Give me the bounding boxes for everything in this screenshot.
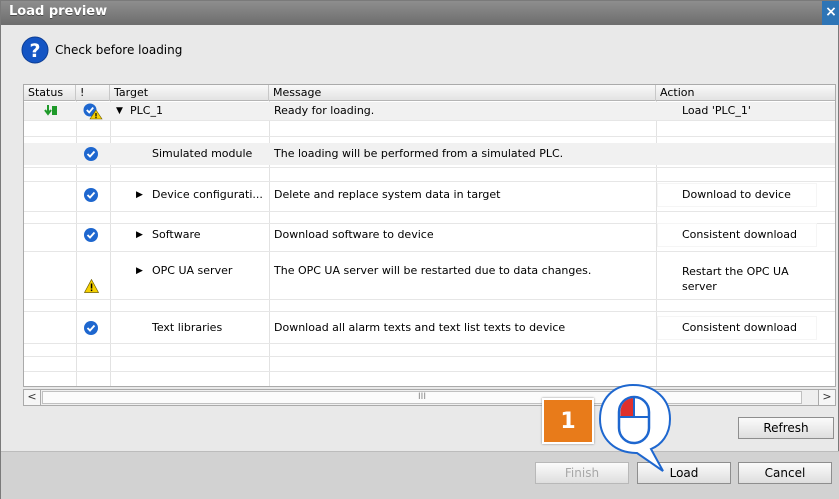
column-message[interactable]: Message	[269, 85, 656, 101]
column-target[interactable]: Target	[110, 85, 269, 101]
question-icon: ?	[21, 36, 49, 64]
ok-warning-icon	[83, 103, 103, 120]
table-row[interactable]: ▶ Software Download software to device C…	[24, 223, 835, 247]
target-cell: Simulated module	[152, 147, 253, 160]
target-cell: OPC UA server	[152, 264, 233, 277]
expand-toggle[interactable]: ▶	[136, 188, 143, 202]
action-line: server	[682, 280, 717, 293]
column-flag[interactable]: !	[76, 85, 110, 101]
expand-toggle[interactable]: ▼	[116, 104, 123, 118]
ok-icon	[84, 228, 98, 242]
row-separator	[24, 371, 835, 372]
cancel-button[interactable]: Cancel	[738, 462, 832, 484]
target-cell: PLC_1	[130, 104, 163, 117]
message-cell: Delete and replace system data in target	[274, 188, 501, 201]
ok-icon	[84, 188, 98, 202]
row-separator	[24, 356, 835, 357]
row-separator	[24, 120, 835, 121]
target-cell: Device configurati...	[152, 188, 263, 201]
row-separator	[24, 211, 835, 212]
title-bar: Load preview ×	[1, 1, 839, 25]
scrollbar-thumb[interactable]: III	[42, 391, 802, 404]
dialog-footer: Finish Load Cancel	[1, 451, 839, 499]
row-separator	[24, 136, 835, 137]
ok-icon	[84, 147, 98, 161]
target-cell: Software	[152, 228, 201, 241]
table-header: Status ! Target Message Action	[24, 85, 835, 101]
target-cell: Text libraries	[152, 321, 223, 334]
action-cell: Restart the OPC UA server	[682, 264, 789, 294]
message-cell: Ready for loading.	[274, 104, 375, 117]
action-line: Restart the OPC UA	[682, 265, 789, 278]
load-preview-dialog: Load preview × ? Check before loading St…	[0, 0, 839, 499]
svg-text:?: ?	[29, 40, 40, 62]
table-row[interactable]: ▼ PLC_1 Ready for loading. Load 'PLC_1'	[24, 102, 835, 120]
row-separator	[24, 181, 835, 182]
row-separator	[24, 343, 835, 344]
action-cell: Load 'PLC_1'	[682, 104, 751, 117]
row-separator	[24, 167, 835, 168]
message-cell: The loading will be performed from a sim…	[274, 147, 564, 160]
row-separator	[24, 251, 835, 252]
table-row[interactable]: Simulated module The loading will be per…	[24, 143, 835, 165]
table-row[interactable]: Text libraries Download all alarm texts …	[24, 316, 835, 340]
row-separator	[24, 311, 835, 312]
message-cell: Download all alarm texts and text list t…	[274, 321, 566, 334]
action-select[interactable]: Download to device	[657, 183, 817, 207]
column-status[interactable]: Status	[24, 85, 76, 101]
load-arrow-icon	[44, 105, 57, 116]
window-title: Load preview	[9, 4, 108, 19]
table-row[interactable]: ▶ OPC UA server The OPC UA server will b…	[24, 261, 835, 299]
scroll-left-button[interactable]: <	[24, 390, 41, 405]
row-separator	[24, 299, 835, 300]
scroll-right-button[interactable]: >	[818, 390, 835, 405]
expand-toggle[interactable]: ▶	[136, 228, 143, 242]
table-row[interactable]: ▶ Device configurati... Delete and repla…	[24, 183, 835, 207]
load-preview-table: Status ! Target Message Action ▼ PLC_1 R…	[23, 84, 836, 387]
close-button[interactable]: ×	[822, 1, 839, 25]
message-cell: Download software to device	[274, 228, 434, 241]
action-select[interactable]: Consistent download	[657, 316, 817, 340]
action-select[interactable]: Consistent download	[657, 223, 817, 247]
column-action[interactable]: Action	[656, 85, 835, 101]
refresh-button[interactable]: Refresh	[738, 417, 834, 439]
header-text: Check before loading	[55, 43, 183, 57]
message-cell: The OPC UA server will be restarted due …	[274, 264, 592, 277]
ok-icon	[84, 321, 98, 335]
warning-icon	[84, 279, 99, 293]
expand-toggle[interactable]: ▶	[136, 264, 143, 278]
step-callout: 1	[542, 398, 594, 444]
check-header: ? Check before loading	[21, 35, 182, 65]
mouse-left-click-icon	[598, 383, 672, 472]
horizontal-scrollbar[interactable]: < III >	[23, 389, 836, 406]
